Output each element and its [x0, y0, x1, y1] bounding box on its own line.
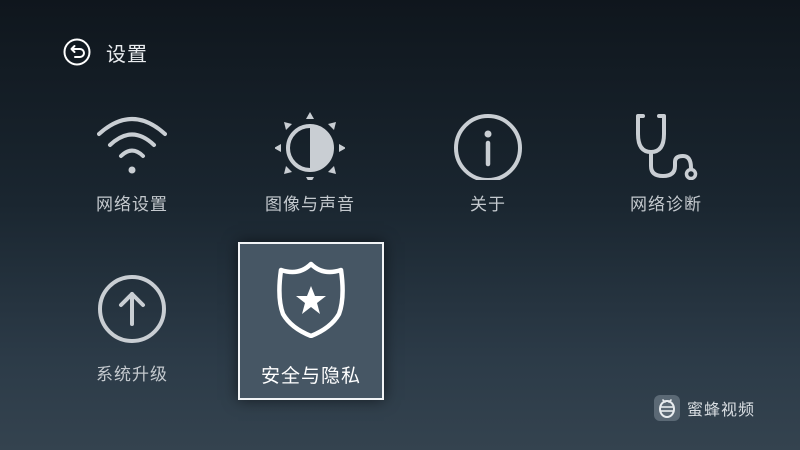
bee-logo-icon: [654, 395, 680, 421]
shield-star-icon: [271, 258, 351, 338]
tile-label: 图像与声音: [265, 195, 355, 215]
stethoscope-icon: [631, 110, 701, 180]
page-title: 设置: [106, 41, 148, 66]
brand-name: 蜜蜂视频: [687, 400, 756, 419]
tile-label: 关于: [470, 195, 506, 215]
tile-security-privacy[interactable]: 安全与隐私: [238, 242, 384, 400]
brand-watermark: 蜜蜂视频: [654, 395, 755, 421]
tile-label: 网络诊断: [630, 195, 702, 215]
tile-network-diagnosis[interactable]: 网络诊断: [596, 96, 736, 236]
tile-label: 安全与隐私: [260, 365, 361, 387]
tile-system-upgrade[interactable]: 系统升级: [62, 260, 202, 400]
tile-network-settings[interactable]: 网络设置: [62, 96, 202, 236]
header: 设置: [62, 37, 148, 67]
back-arrow-icon[interactable]: [62, 37, 92, 67]
brightness-icon: [275, 110, 345, 180]
tile-about[interactable]: 关于: [418, 96, 558, 236]
tile-image-and-sound[interactable]: 图像与声音: [240, 96, 380, 236]
upgrade-arrow-icon: [97, 274, 167, 344]
info-icon: [453, 110, 523, 180]
wifi-icon: [97, 110, 167, 180]
tile-label: 系统升级: [96, 365, 168, 385]
tile-label: 网络设置: [96, 195, 168, 215]
